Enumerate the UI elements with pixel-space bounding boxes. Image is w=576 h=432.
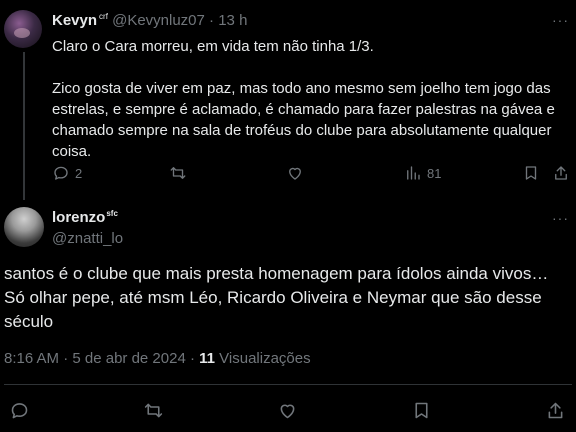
repost-icon xyxy=(144,403,163,418)
share-icon xyxy=(548,402,563,419)
main-repost-button[interactable] xyxy=(143,400,164,421)
reply-author-name[interactable]: Kevyn xyxy=(52,12,97,29)
main-share-button[interactable] xyxy=(545,400,566,421)
reply-paragraph: Zico gosta de viver em paz, mas todo ano… xyxy=(52,80,555,160)
reply-author-badge: crf xyxy=(99,12,108,21)
main-views-count: 11 xyxy=(199,350,215,367)
reply-like-button[interactable] xyxy=(286,164,304,182)
main-like-button[interactable] xyxy=(277,400,298,421)
comment-icon xyxy=(54,166,68,180)
main-reply-button[interactable] xyxy=(9,400,30,421)
bookmark-icon xyxy=(525,166,537,180)
reply-more-icon[interactable]: ··· xyxy=(552,12,569,28)
reply-separator: · xyxy=(209,12,215,29)
heart-icon xyxy=(280,404,295,419)
share-icon xyxy=(555,166,567,180)
main-views-label: Visualizações xyxy=(219,350,311,367)
main-author-badge: sfc xyxy=(106,209,118,218)
repost-icon xyxy=(170,167,186,179)
main-tweet-text: santos é o clube que mais presta homenag… xyxy=(4,264,549,331)
reply-text: Claro o Cara morreu, em vida tem não tin… xyxy=(52,36,564,162)
main-author: lorenzosfc xyxy=(52,209,118,226)
reply-bookmark-button[interactable] xyxy=(522,164,540,182)
main-timestamp[interactable]: 8:16 AM · 5 de abr de 2024 · xyxy=(4,350,195,367)
reply-repost-button[interactable] xyxy=(169,164,187,182)
reply-reply-count: 2 xyxy=(75,165,83,181)
reply-avatar[interactable] xyxy=(4,10,42,48)
views-icon xyxy=(407,166,420,180)
bookmark-icon xyxy=(415,402,428,419)
main-tweet-meta: 8:16 AM · 5 de abr de 2024 · 11 Visualiz… xyxy=(4,350,311,367)
reply-views-button[interactable]: 81 xyxy=(404,164,441,182)
main-bookmark-button[interactable] xyxy=(411,400,432,421)
main-more-icon[interactable]: ··· xyxy=(552,210,569,226)
comment-icon xyxy=(11,403,28,419)
reply-reply-button[interactable]: 2 xyxy=(52,164,82,182)
main-avatar[interactable] xyxy=(4,207,44,247)
reply-paragraph: Claro o Cara morreu, em vida tem não tin… xyxy=(52,38,374,55)
main-action-bar xyxy=(0,400,576,424)
reply-share-button[interactable] xyxy=(552,164,570,182)
reply-author-handle[interactable]: @Kevynluz07 xyxy=(112,12,205,29)
reply-tweet[interactable]: Kevyn crf @Kevynluz07 · 13 h ··· Claro o … xyxy=(0,0,576,200)
reply-time[interactable]: 13 h xyxy=(218,12,247,29)
thread-line xyxy=(23,52,25,200)
main-author-name[interactable]: lorenzo xyxy=(52,209,105,226)
divider xyxy=(4,384,572,385)
reply-action-bar: 2 81 xyxy=(52,164,572,186)
reply-header: Kevyn crf @Kevynluz07 · 13 h xyxy=(52,12,247,29)
heart-icon xyxy=(289,167,301,180)
reply-views-count: 81 xyxy=(427,165,442,181)
main-author-handle[interactable]: @znatti_lo xyxy=(52,230,123,247)
